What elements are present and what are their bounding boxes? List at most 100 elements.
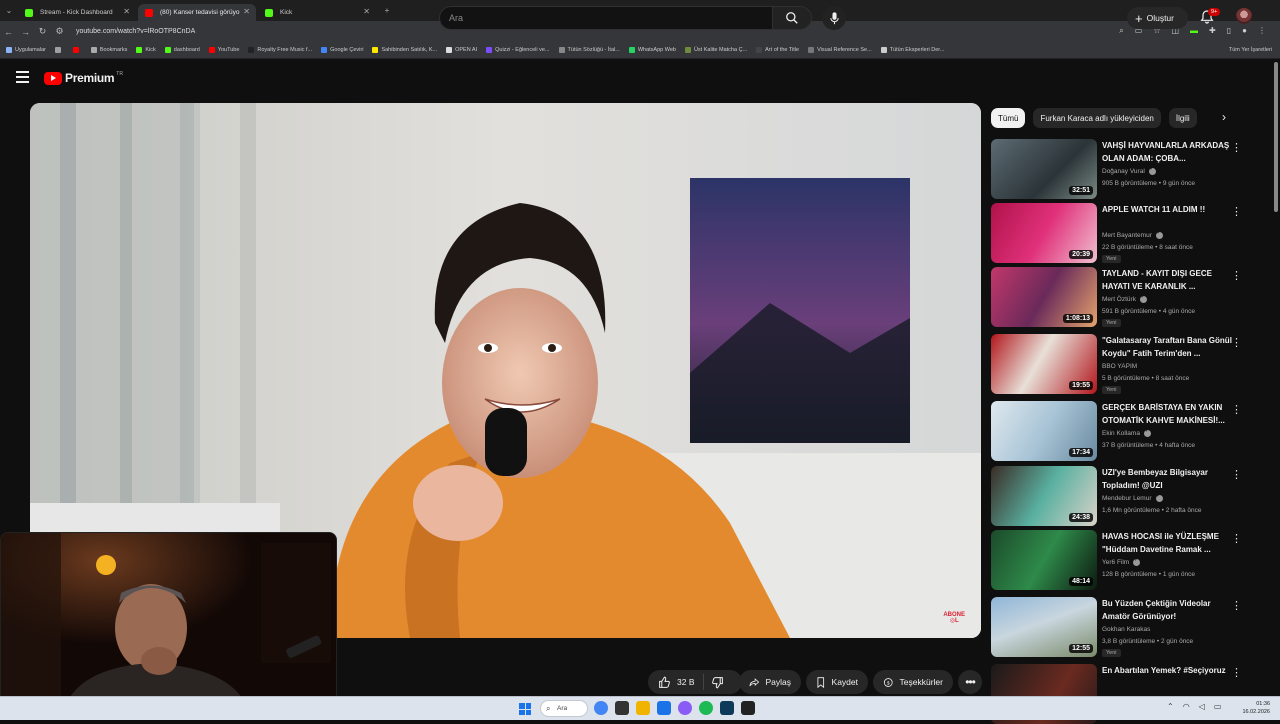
video-thumbnail[interactable]: 48:14 — [991, 530, 1097, 590]
bookmark-item[interactable]: Quizzi - Eğlenceli ve... — [486, 47, 550, 53]
chevron-right-icon[interactable]: › — [1222, 110, 1226, 124]
video-thumbnail[interactable]: 19:55 — [991, 334, 1097, 394]
bookmark-item[interactable]: OPEN AI — [446, 47, 477, 53]
video-thumbnail[interactable]: 12:55 — [991, 597, 1097, 657]
channel-name-row[interactable]: Mendebur Lemur — [1102, 493, 1163, 502]
search-input[interactable]: Ara — [439, 6, 773, 30]
bookmark-item[interactable]: Tütün Eksperleri Der... — [880, 47, 945, 53]
more-actions-button[interactable]: ••• — [958, 670, 982, 694]
taskbar-app-icon[interactable] — [636, 701, 650, 715]
recommended-video[interactable]: 12:55 Bu Yüzden Çektiğin Videolar Amatör … — [991, 597, 1246, 657]
taskbar-app-icon[interactable] — [594, 701, 608, 715]
channel-name-row[interactable]: BBO YAPIM — [1102, 363, 1137, 370]
volume-icon[interactable]: ◁ — [1199, 702, 1205, 711]
recommended-video[interactable]: 24:38 UZI'ye Bembeyaz Bilgisayar Topladım… — [991, 466, 1246, 526]
bookmark-item[interactable]: Royalty Free Music f... — [248, 47, 312, 53]
thanks-button[interactable]: $ Teşekkürler — [873, 670, 953, 694]
more-vertical-icon[interactable]: ⋮ — [1231, 336, 1242, 349]
bookmark-item[interactable]: Kick — [136, 47, 156, 53]
taskbar-app-icon[interactable] — [741, 701, 755, 715]
bookmark-item[interactable]: Üst Kalite Matcha Ç... — [684, 47, 747, 53]
filter-chip[interactable]: Tümü — [991, 108, 1026, 128]
more-vertical-icon[interactable]: ⋮ — [1231, 141, 1242, 154]
taskbar-app-icon[interactable] — [615, 701, 629, 715]
url-field[interactable]: youtube.com/watch?v=lRoOTP8CnDA — [76, 28, 195, 35]
recommended-video[interactable]: 48:14 HAVAS HOCASI ile YÜZLEŞME "Hüddam D… — [991, 530, 1246, 590]
bookmark-label: Tütün Eksperleri Der... — [889, 47, 945, 53]
video-title[interactable]: UZI'ye Bembeyaz Bilgisayar Topladım! @UZ… — [1102, 467, 1232, 492]
bookmark-item[interactable]: YouTube — [208, 47, 239, 53]
channel-name-row[interactable]: Doğanay Vural — [1102, 166, 1156, 175]
video-thumbnail[interactable]: 1:08:13 — [991, 267, 1097, 327]
video-thumbnail[interactable]: 32:51 — [991, 139, 1097, 199]
taskbar-app-icon[interactable] — [699, 701, 713, 715]
bookmark-item[interactable]: Sahibinden Satılık, K... — [372, 47, 437, 53]
bookmark-item[interactable]: Visual Reference Se... — [808, 47, 872, 53]
channel-watermark-icon: ABONE ◎L — [943, 612, 965, 624]
recommended-video[interactable]: 32:51 VAHŞİ HAYVANLARLA ARKADAŞ OLAN ADAM… — [991, 139, 1246, 199]
video-title[interactable]: TAYLAND - KAYIT DIŞI GECE HAYATI VE KARA… — [1102, 268, 1232, 293]
video-thumbnail[interactable]: 24:38 — [991, 466, 1097, 526]
windows-start-icon[interactable] — [519, 703, 531, 715]
more-vertical-icon[interactable]: ⋮ — [1231, 403, 1242, 416]
channel-name-row[interactable]: Ekin Kollama — [1102, 428, 1151, 437]
more-vertical-icon[interactable]: ⋮ — [1231, 205, 1242, 218]
page-scrollbar[interactable] — [1272, 60, 1280, 696]
more-vertical-icon[interactable]: ⋮ — [1231, 532, 1242, 545]
share-button[interactable]: Paylaş — [739, 670, 801, 694]
create-button[interactable]: + Oluştur — [1127, 7, 1188, 29]
video-thumbnail[interactable]: 20:39 — [991, 203, 1097, 263]
more-vertical-icon[interactable]: ⋮ — [1231, 599, 1242, 612]
recommended-video[interactable]: 19:55 "Galatasaray Taraftarı Bana Gönül K… — [991, 334, 1246, 394]
channel-name-row[interactable]: Mert Öztürk — [1102, 294, 1147, 303]
recommended-video[interactable]: 20:39 APPLE WATCH 11 ALDIM !! Mert Bayante… — [991, 203, 1246, 263]
video-title[interactable]: HAVAS HOCASI ile YÜZLEŞME "Hüddam Daveti… — [1102, 531, 1232, 556]
bookmark-item[interactable]: Uygulamalar — [6, 47, 46, 53]
taskbar-app-icon[interactable] — [678, 701, 692, 715]
dislike-icon[interactable] — [711, 676, 724, 689]
bookmark-item[interactable]: Art of the Title — [756, 47, 799, 53]
taskbar-app-icon[interactable] — [720, 701, 734, 715]
filter-chip[interactable]: İlgili — [1168, 108, 1197, 128]
filter-chip[interactable]: Furkan Karaca adlı yükleyiciden — [1033, 108, 1161, 128]
recommended-video[interactable]: 1:08:13 TAYLAND - KAYIT DIŞI GECE HAYATI … — [991, 267, 1246, 327]
bookmark-item[interactable] — [54, 47, 64, 53]
battery-icon[interactable]: ▭ — [1214, 702, 1222, 711]
system-clock[interactable]: 01:36 16.02.2026 — [1242, 700, 1270, 716]
video-title[interactable]: "Galatasaray Taraftarı Bana Gönül Koydu"… — [1102, 335, 1232, 360]
video-title[interactable]: GERÇEK BARİSTAYA EN YAKIN OTOMATİK KAHVE… — [1102, 402, 1232, 427]
video-thumbnail[interactable]: 17:34 — [991, 401, 1097, 461]
bookmark-item[interactable]: Google Çeviri — [321, 47, 363, 53]
save-button[interactable]: Kaydet — [806, 670, 868, 694]
like-count[interactable]: 32 B — [677, 677, 695, 687]
recommended-video[interactable]: 17:34 GERÇEK BARİSTAYA EN YAKIN OTOMATİK … — [991, 401, 1246, 461]
channel-name-row[interactable]: Mert Bayantemur — [1102, 230, 1163, 239]
video-title[interactable]: En Abartılan Yemek? #Seçiyoruz — [1102, 665, 1232, 678]
bookmark-favicon-icon — [808, 47, 815, 53]
channel-name-row[interactable]: Gokhan Karakas — [1102, 626, 1150, 633]
search-button[interactable] — [772, 6, 812, 30]
voice-search-button[interactable] — [822, 6, 846, 30]
bookmark-item[interactable]: dashboard — [164, 47, 200, 53]
bookmark-item[interactable]: WhatsApp Web — [628, 47, 676, 53]
tray-chevron-icon[interactable]: ⌃ — [1167, 702, 1174, 711]
scrollbar-thumb[interactable] — [1274, 62, 1278, 212]
taskbar-app-icon[interactable] — [657, 701, 671, 715]
channel-name-row[interactable]: Yer6 Film — [1102, 557, 1141, 566]
video-title[interactable]: Bu Yüzden Çektiğin Videolar Amatör Görün… — [1102, 598, 1232, 623]
all-bookmarks-folder[interactable]: Tüm Yer İşaretleri — [1229, 47, 1272, 53]
taskbar-search-input[interactable]: Ara — [540, 700, 588, 717]
more-vertical-icon[interactable]: ⋮ — [1231, 666, 1242, 679]
bookmark-item[interactable]: Bookmarks — [90, 47, 127, 53]
youtube-premium-logo[interactable]: Premium TR — [44, 71, 123, 85]
like-icon[interactable] — [658, 676, 671, 689]
account-avatar[interactable] — [1236, 8, 1252, 24]
more-vertical-icon[interactable]: ⋮ — [1231, 468, 1242, 481]
bookmark-item[interactable]: Tütün Sözlüğü - İtal... — [558, 47, 620, 53]
video-title[interactable]: VAHŞİ HAYVANLARLA ARKADAŞ OLAN ADAM: ÇOB… — [1102, 140, 1232, 165]
bookmark-item[interactable] — [72, 47, 82, 53]
more-vertical-icon[interactable]: ⋮ — [1231, 269, 1242, 282]
video-title[interactable]: APPLE WATCH 11 ALDIM !! — [1102, 204, 1232, 217]
menu-icon[interactable] — [16, 71, 29, 83]
wifi-icon[interactable]: ◠ — [1183, 702, 1190, 711]
